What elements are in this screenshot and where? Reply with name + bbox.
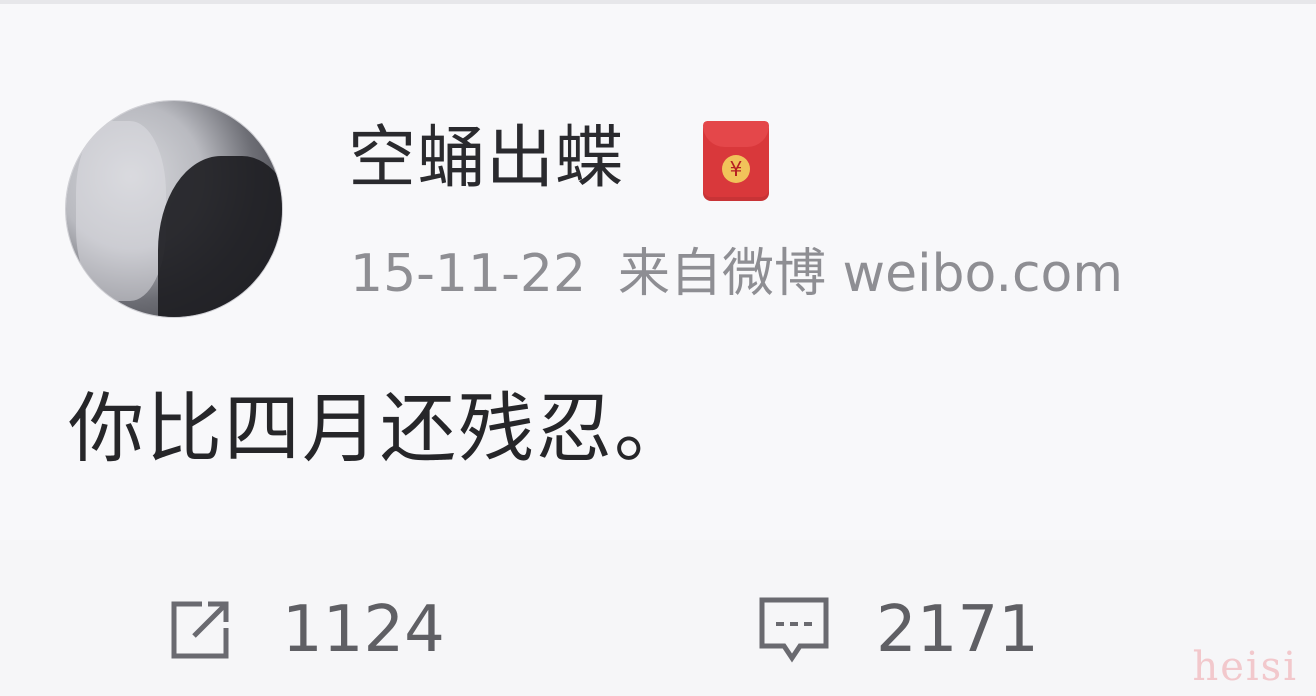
red-packet-flap (703, 121, 769, 147)
post-source[interactable]: 来自微博 weibo.com (618, 244, 1123, 304)
comment-icon (759, 597, 829, 663)
comment-count: 2171 (876, 593, 1039, 667)
avatar[interactable] (66, 101, 282, 317)
post-meta: 15-11-22 来自微博 weibo.com (350, 244, 1123, 304)
comment-button[interactable]: 2171 (754, 590, 1039, 670)
repost-count: 1124 (282, 593, 445, 667)
red-packet-icon[interactable]: ¥ (703, 121, 769, 201)
weibo-post-card: 空蛹出蝶 ¥ 15-11-22 来自微博 weibo.com 你比四月还残忍。 (0, 4, 1316, 540)
red-packet-seal: ¥ (722, 155, 750, 183)
repost-button[interactable]: 1124 (160, 590, 445, 670)
post-action-bar: 1124 2171 (0, 540, 1316, 696)
post-content: 你比四月还残忍。 (68, 384, 692, 473)
avatar-silhouette (158, 156, 282, 317)
watermark-text: heisi (1192, 644, 1298, 690)
post-date: 15-11-22 (350, 244, 587, 304)
post-author-name[interactable]: 空蛹出蝶 (348, 119, 624, 199)
share-icon (171, 601, 229, 659)
avatar-highlight (76, 121, 166, 301)
